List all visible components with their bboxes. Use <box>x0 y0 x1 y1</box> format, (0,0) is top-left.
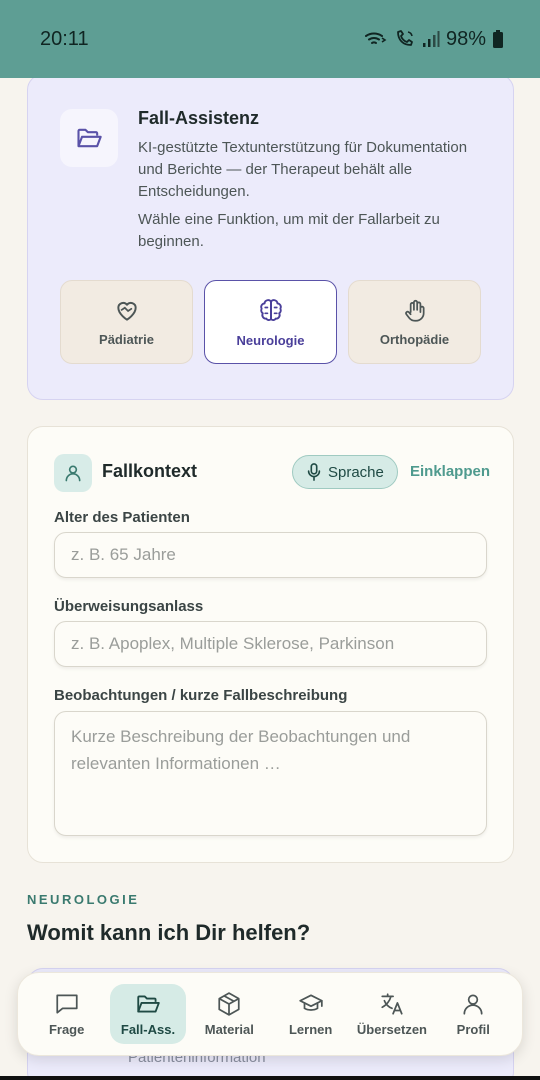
nav-label: Lernen <box>288 1022 333 1037</box>
user-icon <box>54 454 92 492</box>
graduation-cap-icon <box>298 994 323 1011</box>
age-label: Alter des Patienten <box>54 509 190 526</box>
battery-icon <box>493 30 503 48</box>
user-icon <box>463 994 483 1015</box>
page-title: Fall-Assistenz <box>138 108 260 128</box>
section-title: Womit kann ich Dir helfen? <box>27 920 311 945</box>
nav-item-profil[interactable]: Profil <box>435 984 511 1044</box>
nav-label: Fall-Ass. <box>120 1022 176 1037</box>
hand-icon <box>404 299 425 322</box>
specialty-label: Pädiatrie <box>99 331 154 347</box>
bottom-nav: Frage Fall-Ass. Material Lernen Übersetz… <box>17 972 523 1056</box>
wifi-calling-icon <box>364 32 387 44</box>
gesture-bar <box>0 1076 540 1080</box>
nav-label: Material <box>204 1022 254 1037</box>
specialty-button-orthopaedie[interactable]: Orthopädie <box>348 280 481 364</box>
nav-item-lernen[interactable]: Lernen <box>273 984 349 1044</box>
battery-percent: 98% <box>445 27 486 50</box>
nav-item-material[interactable]: Material <box>191 984 267 1044</box>
fall-assistenz-card: Fall-Assistenz KI-gestützte Textunterstü… <box>27 78 514 400</box>
fallkontext-card: Fallkontext Sprache Einklappen Alter des… <box>27 426 514 863</box>
volte-call-icon <box>397 30 413 46</box>
heart-handshake-icon <box>116 301 137 321</box>
specialty-label: Orthopädie <box>379 331 450 347</box>
status-time: 20:11 <box>40 27 89 50</box>
collapse-button[interactable]: Einklappen <box>410 463 490 480</box>
nav-item-frage[interactable]: Frage <box>29 984 105 1044</box>
specialty-button-paediatrie[interactable]: Pädiatrie <box>60 280 193 364</box>
section-kicker: NEUROLOGIE <box>27 892 140 907</box>
nav-item-fall-ass[interactable]: Fall-Ass. <box>109 984 186 1044</box>
referral-input[interactable] <box>54 621 487 667</box>
status-icons: 98% <box>364 28 504 51</box>
specialty-selector: Pädiatrie Neurologie Orthopädie <box>60 280 481 364</box>
intro-description: KI-gestützte Textunterstützung für Dokum… <box>138 139 468 200</box>
nav-label: Profil <box>456 1022 490 1037</box>
referral-label: Überweisungsanlass <box>54 598 204 615</box>
age-input[interactable] <box>54 532 487 578</box>
nav-label: Übersetzen <box>356 1022 427 1037</box>
specialty-button-neurologie[interactable]: Neurologie <box>204 280 337 364</box>
voice-input-label: Sprache <box>328 463 384 481</box>
signal-icon <box>422 31 440 47</box>
specialty-label: Neurologie <box>236 332 305 348</box>
nav-label: Frage <box>48 1022 85 1037</box>
intro-hint: Wähle eine Funktion, um mit der Fallarbe… <box>138 211 440 250</box>
notes-label: Beobachtungen / kurze Fallbeschreibung <box>54 687 348 704</box>
folder-open-icon <box>60 109 118 167</box>
microphone-icon <box>307 463 321 481</box>
voice-input-button[interactable]: Sprache <box>292 455 398 489</box>
main-scroll-area[interactable]: Fall-Assistenz KI-gestützte Textunterstü… <box>0 78 540 1080</box>
folder-open-icon <box>137 995 160 1013</box>
notes-textarea[interactable] <box>54 711 487 836</box>
brain-icon <box>259 298 282 321</box>
status-bar: 20:11 98% <box>0 0 540 78</box>
nav-item-uebersetzen[interactable]: Übersetzen <box>354 984 430 1044</box>
box-icon <box>218 992 240 1016</box>
chat-icon <box>56 994 78 1014</box>
fallkontext-title: Fallkontext <box>102 461 198 481</box>
translate-icon <box>381 993 403 1015</box>
